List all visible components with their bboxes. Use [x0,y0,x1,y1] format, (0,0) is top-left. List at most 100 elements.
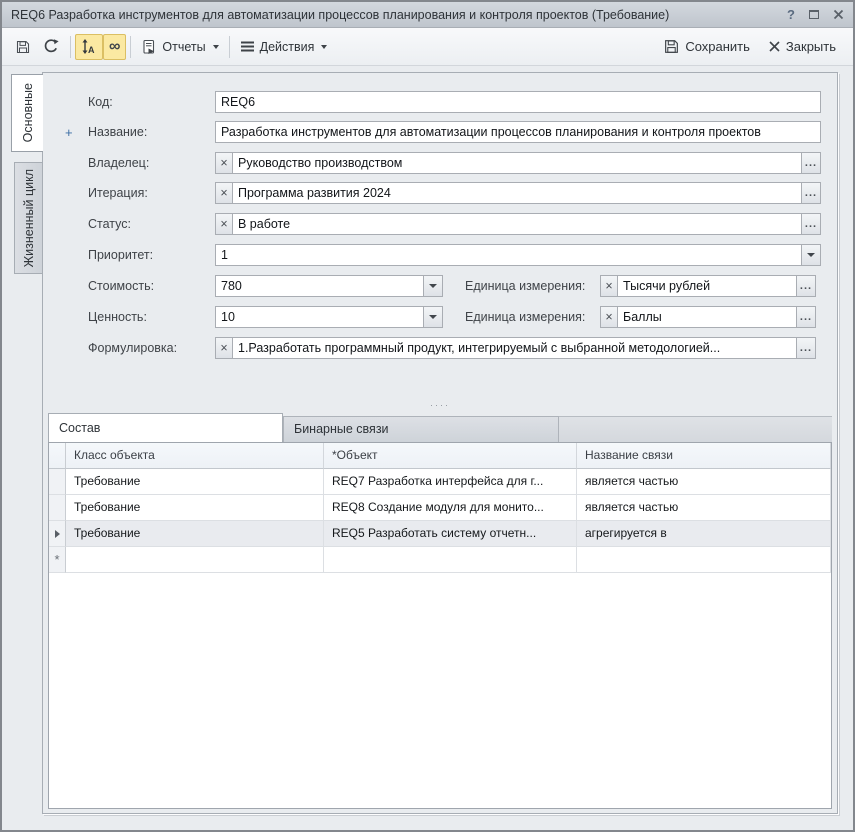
save-icon [663,38,680,55]
priority-label: Приоритет: [88,244,214,266]
save-commit-label: Сохранить [685,39,750,54]
ellipsis-button[interactable]: ... [796,306,816,328]
row-indicator-header [49,443,66,469]
current-row-indicator [49,521,66,547]
toolbar-right: Сохранить Закрыть [657,34,846,60]
owner-input[interactable]: Руководство производством [232,152,802,174]
name-input[interactable]: Разработка инструментов для автоматизаци… [215,121,821,143]
close-icon[interactable] [833,9,844,20]
save-commit-button[interactable]: Сохранить [657,34,756,60]
table-row[interactable]: Требование REQ7 Разработка интерфейса дл… [49,469,831,495]
arrow-right-icon [55,530,60,538]
value-label: Ценность: [88,306,214,328]
reports-label: Отчеты [162,40,205,54]
menu-icon [240,40,255,53]
iteration-label: Итерация: [88,182,214,204]
tab-main-label: Основные [21,83,35,142]
toolbar-separator [130,36,131,58]
autoheight-toggle-button[interactable]: A [75,34,103,60]
requirement-window: REQ6 Разработка инструментов для автомат… [0,0,855,832]
row-indicator [49,495,66,521]
structure-table: Класс объекта *Объект Название связи Тре… [48,442,832,809]
tabstrip-filler [559,416,832,442]
chevron-down-icon [213,45,219,49]
cell-link[interactable]: является частью [577,469,831,495]
owner-label: Владелец: [88,152,214,174]
cost-unit-label: Единица измерения: [465,275,599,297]
table-row-new[interactable]: * [49,547,831,573]
bottom-tabstrip: Бинарные связи Состав [48,413,832,442]
cell-object[interactable]: REQ7 Разработка интерфейса для г... [324,469,577,495]
tab-lifecycle-label: Жизненный цикл [22,169,36,267]
save-button[interactable] [9,34,37,60]
clear-icon[interactable]: × [215,337,233,359]
tab-structure[interactable]: Состав [48,413,283,442]
iteration-input[interactable]: Программа развития 2024 [232,182,802,204]
formulation-input[interactable]: 1.Разработать программный продукт, интег… [232,337,797,359]
column-header-object[interactable]: *Объект [324,443,577,469]
ellipsis-button[interactable]: ... [801,152,821,174]
titlebar[interactable]: REQ6 Разработка инструментов для автомат… [2,2,853,28]
actions-button[interactable]: Действия [234,34,334,60]
table-row-selected[interactable]: Требование REQ5 Разработать систему отче… [49,521,831,547]
column-header-link[interactable]: Название связи [577,443,831,469]
splitter-handle[interactable]: ···· [43,399,837,411]
link-toggle-button[interactable]: ∞ [103,34,126,60]
status-input[interactable]: В работе [232,213,802,235]
cell-object[interactable] [324,547,577,573]
dropdown-button[interactable] [423,275,443,297]
clear-icon[interactable]: × [215,213,233,235]
help-icon[interactable]: ? [787,7,795,22]
cell-link[interactable]: является частью [577,495,831,521]
clear-icon[interactable]: × [215,152,233,174]
priority-input[interactable]: 1 [215,244,802,266]
cell-class[interactable] [66,547,324,573]
clear-icon[interactable]: × [600,306,618,328]
cost-unit-input[interactable]: Тысячи рублей [617,275,797,297]
cell-object[interactable]: REQ8 Создание модуля для монито... [324,495,577,521]
code-input[interactable]: REQ6 [215,91,821,113]
cell-class[interactable]: Требование [66,521,324,547]
tab-lifecycle[interactable]: Жизненный цикл [14,162,43,274]
tab-binary-links[interactable]: Бинарные связи [283,416,559,442]
cost-input[interactable]: 780 [215,275,424,297]
cell-link[interactable]: агрегируется в [577,521,831,547]
dropdown-button[interactable] [801,244,821,266]
status-label: Статус: [88,213,214,235]
chevron-down-icon [321,45,327,49]
table-row[interactable]: Требование REQ8 Создание модуля для мони… [49,495,831,521]
code-label: Код: [88,91,214,113]
name-label: Название: [88,121,214,143]
ellipsis-button[interactable]: ... [801,213,821,235]
toolbar-separator [70,36,71,58]
clear-icon[interactable]: × [600,275,618,297]
cell-class[interactable]: Требование [66,469,324,495]
cell-link[interactable] [577,547,831,573]
text-height-icon: A [81,39,97,54]
close-icon [768,40,781,53]
ellipsis-button[interactable]: ... [801,182,821,204]
refresh-button[interactable] [37,34,66,60]
value-unit-label: Единица измерения: [465,306,599,328]
toolbar: A ∞ Отчеты Действия [2,28,853,66]
dropdown-button[interactable] [423,306,443,328]
value-unit-input[interactable]: Баллы [617,306,797,328]
row-indicator [49,469,66,495]
cost-label: Стоимость: [88,275,214,297]
cell-object[interactable]: REQ5 Разработать систему отчетн... [324,521,577,547]
clear-icon[interactable]: × [215,182,233,204]
maximize-icon[interactable] [809,10,819,19]
new-row-indicator: * [49,547,66,573]
tab-main[interactable]: Основные [11,74,43,152]
formulation-label: Формулировка: [88,337,214,359]
close-form-button[interactable]: Закрыть [762,34,842,60]
value-input[interactable]: 10 [215,306,424,328]
report-icon [141,39,157,55]
ellipsis-button[interactable]: ... [796,337,816,359]
expand-plus-icon[interactable]: + [65,121,79,143]
reports-button[interactable]: Отчеты [135,34,224,60]
save-icon [15,39,31,55]
cell-class[interactable]: Требование [66,495,324,521]
column-header-class[interactable]: Класс объекта [66,443,324,469]
ellipsis-button[interactable]: ... [796,275,816,297]
